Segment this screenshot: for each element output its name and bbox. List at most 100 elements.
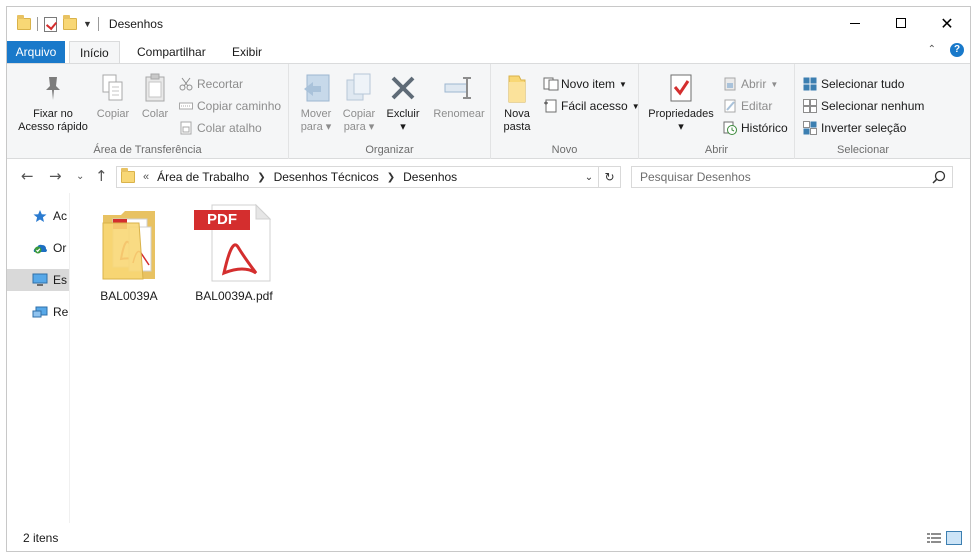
breadcrumb-desktop[interactable]: Área de Trabalho: [157, 170, 249, 184]
up-arrow-icon[interactable]: ↑: [95, 167, 108, 185]
forward-arrow-icon[interactable]: →: [49, 167, 62, 185]
explorer-window: ▼ Desenhos ✕ Arquivo Início Compartilhar…: [6, 6, 971, 552]
tab-share[interactable]: Compartilhar: [127, 41, 216, 63]
search-icon[interactable]: [932, 170, 946, 187]
organize-group: Mover para ▾ Copiar para ▾ Excluir ▾ Ren…: [289, 64, 491, 159]
select-all-icon: [803, 77, 817, 91]
minimize-button[interactable]: [832, 7, 878, 39]
move-to-button[interactable]: Mover para ▾: [295, 70, 337, 134]
search-input[interactable]: [632, 167, 922, 187]
chevron-right-icon[interactable]: ❯: [387, 172, 395, 183]
ribbon-tabs: Arquivo Início Compartilhar Exibir ⌃ ?: [7, 39, 970, 64]
chevron-right-icon[interactable]: ❯: [257, 172, 265, 183]
navigation-pane: Ac Or Es Re: [7, 193, 69, 523]
copy-button[interactable]: Copiar: [93, 70, 133, 121]
edit-button[interactable]: Editar: [723, 96, 772, 116]
edit-label: Editar: [741, 99, 773, 113]
address-actions: ⌄ ↻: [580, 167, 620, 187]
recent-locations-icon[interactable]: ⌄: [76, 171, 84, 182]
new-folder-label-line2: pasta: [503, 121, 531, 133]
customize-toolbar-icon[interactable]: ▼: [83, 19, 92, 29]
cut-button[interactable]: Recortar: [179, 74, 243, 94]
tab-home[interactable]: Início: [69, 41, 120, 64]
title-bar: ▼ Desenhos ✕: [7, 7, 970, 39]
star-icon: [32, 209, 48, 223]
new-item-icon: [543, 77, 559, 91]
properties-icon[interactable]: [44, 16, 57, 32]
new-folder-icon[interactable]: [63, 15, 77, 30]
copy-label: Copiar: [96, 108, 130, 120]
delete-dropdown-icon[interactable]: ▾: [385, 121, 421, 134]
breadcrumb-drawings[interactable]: Desenhos: [403, 170, 457, 184]
copy-to-label-line1: Copiar: [342, 108, 376, 120]
history-icon: [723, 121, 737, 135]
select-group: Selecionar tudo Selecionar nenhum Invert…: [795, 64, 931, 159]
paste-shortcut-button[interactable]: Colar atalho: [179, 118, 262, 138]
open-icon: [723, 77, 737, 91]
open-button[interactable]: Abrir ▼: [723, 74, 778, 94]
delete-icon: [385, 70, 421, 106]
copy-path-button[interactable]: Copiar caminho: [179, 96, 281, 116]
history-button[interactable]: Histórico: [723, 118, 788, 138]
search-box: [631, 166, 953, 188]
invert-selection-button[interactable]: Inverter seleção: [803, 118, 906, 138]
select-none-label: Selecionar nenhum: [821, 99, 925, 113]
delete-button[interactable]: Excluir ▾: [385, 70, 421, 134]
window-controls: ✕: [832, 7, 970, 39]
copy-path-label: Copiar caminho: [197, 99, 282, 113]
select-none-button[interactable]: Selecionar nenhum: [803, 96, 924, 116]
folder-icon: [17, 15, 31, 30]
new-item-label: Novo item: [561, 77, 616, 91]
nav-item-quick-access[interactable]: Ac: [7, 205, 69, 227]
file-item-folder[interactable]: BAL0039A: [86, 203, 172, 303]
new-item-dropdown-icon: ▼: [619, 79, 627, 89]
folder-icon: [121, 168, 135, 183]
breadcrumb-technical-drawings[interactable]: Desenhos Técnicos: [274, 170, 379, 184]
easy-access-button[interactable]: Fácil acesso ▼: [543, 96, 640, 116]
nav-item-onedrive[interactable]: Or: [7, 237, 69, 259]
move-to-icon: [295, 70, 337, 106]
help-icon[interactable]: ?: [950, 43, 964, 57]
file-list: BAL0039A PDF BAL0039A.pdf: [70, 193, 970, 523]
new-folder-button[interactable]: Nova pasta: [497, 70, 537, 134]
breadcrumb-overflow[interactable]: «: [143, 171, 149, 183]
organize-group-label: Organizar: [365, 144, 414, 156]
nav-item-network[interactable]: Re: [7, 301, 69, 323]
copy-to-button[interactable]: Copiar para ▾: [339, 70, 379, 134]
nav-item-this-pc[interactable]: Es: [7, 269, 69, 291]
collapse-ribbon-icon[interactable]: ⌃: [928, 44, 936, 55]
tab-file[interactable]: Arquivo: [7, 41, 65, 63]
properties-icon: [645, 70, 717, 106]
pin-label-line2: Acesso rápido: [18, 121, 88, 133]
tab-view[interactable]: Exibir: [222, 41, 272, 63]
properties-label: Propriedades: [648, 108, 714, 120]
refresh-icon[interactable]: ↻: [598, 167, 620, 187]
scissors-icon: [179, 77, 193, 91]
address-bar[interactable]: « Área de Trabalho ❯ Desenhos Técnicos ❯…: [116, 166, 621, 188]
large-icons-view-icon[interactable]: [946, 531, 962, 545]
close-button[interactable]: ✕: [924, 7, 970, 39]
select-none-icon: [803, 99, 817, 113]
invert-selection-icon: [803, 121, 817, 135]
new-item-button[interactable]: Novo item ▼: [543, 74, 627, 94]
maximize-button[interactable]: [878, 7, 924, 39]
properties-button[interactable]: Propriedades ▾: [645, 70, 717, 134]
this-pc-icon: [32, 273, 48, 287]
details-view-icon[interactable]: [926, 531, 942, 545]
paste-shortcut-icon: [179, 121, 193, 135]
nav-item-label: Es: [53, 273, 68, 287]
properties-dropdown-icon[interactable]: ▾: [645, 121, 717, 134]
back-arrow-icon[interactable]: ←: [21, 167, 34, 185]
nav-item-label: Or: [53, 241, 67, 255]
file-item-pdf[interactable]: PDF BAL0039A.pdf: [184, 203, 284, 303]
edit-icon: [723, 99, 737, 113]
copy-to-label-line2: para ▾: [343, 121, 375, 133]
open-dropdown-icon: ▼: [770, 79, 779, 89]
view-switcher: [926, 531, 962, 545]
pin-quick-access-button[interactable]: Fixar no Acesso rápido: [15, 70, 91, 134]
paste-button[interactable]: Colar: [135, 70, 175, 121]
select-all-button[interactable]: Selecionar tudo: [803, 74, 904, 94]
chevron-down-icon[interactable]: ⌄: [580, 172, 598, 183]
rename-button[interactable]: Renomear: [431, 70, 487, 121]
navigation-bar: ← → ⌄ ↑ « Área de Trabalho ❯ Desenhos Té…: [7, 159, 970, 193]
